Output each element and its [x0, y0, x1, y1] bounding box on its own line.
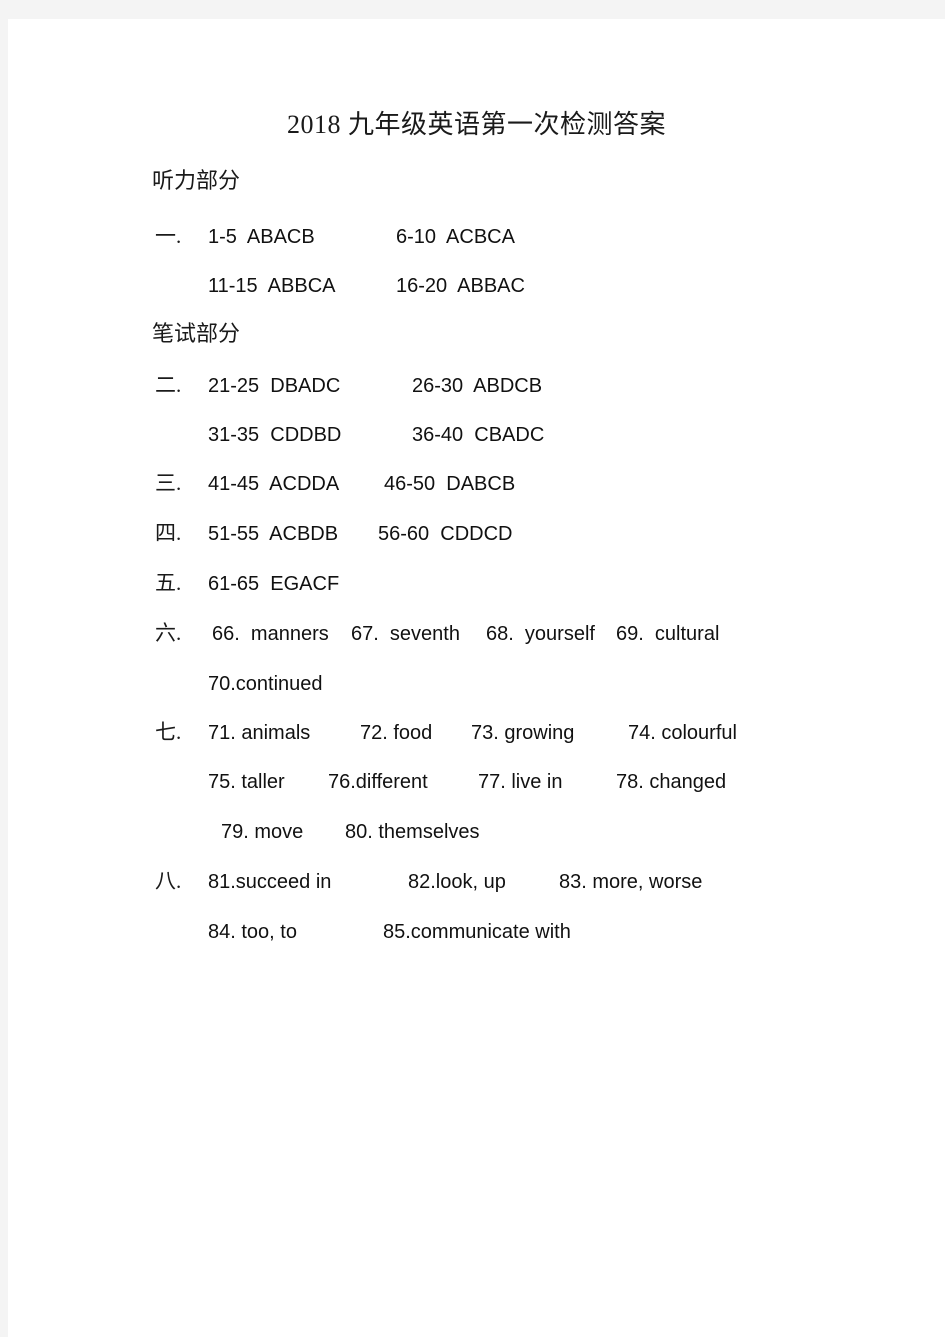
- list-marker-four: 四.: [155, 521, 182, 545]
- part1-row1-col1: 1-5 ABACB: [208, 226, 315, 248]
- part2-row2-col2: 36-40 CBADC: [412, 424, 545, 446]
- part7-row1-item4: 74. colourful: [628, 722, 737, 744]
- part7-row1-item2: 72. food: [360, 722, 433, 744]
- part1-row2-col2: 16-20 ABBAC: [396, 275, 525, 297]
- list-marker-two: 二.: [155, 373, 182, 397]
- part5-col1: 61-65 EGACF: [208, 573, 340, 595]
- list-marker-six: 六.: [155, 621, 182, 645]
- list-marker-eight: 八.: [155, 869, 182, 893]
- part7-row2-item4: 78. changed: [616, 771, 727, 793]
- list-marker-one: 一.: [155, 224, 182, 248]
- part4-col1: 51-55 ACBDB: [208, 523, 339, 545]
- part6-row2-item1: 70.continued: [208, 673, 323, 695]
- part7-row2-item2: 76.different: [328, 771, 428, 793]
- part1-row2-col1: 11-15 ABBCA: [208, 275, 336, 297]
- part7-row1-item1: 71. animals: [208, 722, 311, 744]
- list-marker-three: 三.: [155, 471, 182, 495]
- part2-row2-col1: 31-35 CDDBD: [208, 424, 342, 446]
- part6-row1-item4: 69. cultural: [616, 623, 720, 645]
- part7-row3-item2: 80. themselves: [345, 821, 480, 843]
- section-heading-listening: 听力部分: [152, 168, 241, 193]
- part4-col2: 56-60 CDDCD: [378, 523, 513, 545]
- part2-row1-col2: 26-30 ABDCB: [412, 375, 543, 397]
- part7-row1-item3: 73. growing: [471, 722, 575, 744]
- part7-row3-item1: 79. move: [221, 821, 304, 843]
- part8-row1-item2: 82.look, up: [408, 871, 506, 893]
- part7-row2-item1: 75. taller: [208, 771, 285, 793]
- part3-col2: 46-50 DABCB: [384, 473, 516, 495]
- page-title: 2018 九年级英语第一次检测答案: [286, 110, 666, 139]
- part8-row1-item1: 81.succeed in: [208, 871, 332, 893]
- part8-row1-item3: 83. more, worse: [559, 871, 703, 893]
- list-marker-five: 五.: [155, 571, 182, 595]
- document-page: 2018 九年级英语第一次检测答案 听力部分 一. 1-5 ABACB 6-10…: [8, 19, 945, 1337]
- part6-row1-item3: 68. yourself: [486, 623, 595, 645]
- part6-row1-item2: 67. seventh: [351, 623, 460, 645]
- part1-row1-col2: 6-10 ACBCA: [396, 226, 515, 248]
- part2-row1-col1: 21-25 DBADC: [208, 375, 341, 397]
- part8-row2-item2: 85.communicate with: [383, 921, 571, 943]
- part8-row2-item1: 84. too, to: [208, 921, 297, 943]
- part7-row2-item3: 77. live in: [478, 771, 563, 793]
- list-marker-seven: 七.: [155, 720, 182, 744]
- part3-col1: 41-45 ACDDA: [208, 473, 340, 495]
- section-heading-written: 笔试部分: [152, 321, 241, 346]
- part6-row1-item1: 66. manners: [212, 623, 329, 645]
